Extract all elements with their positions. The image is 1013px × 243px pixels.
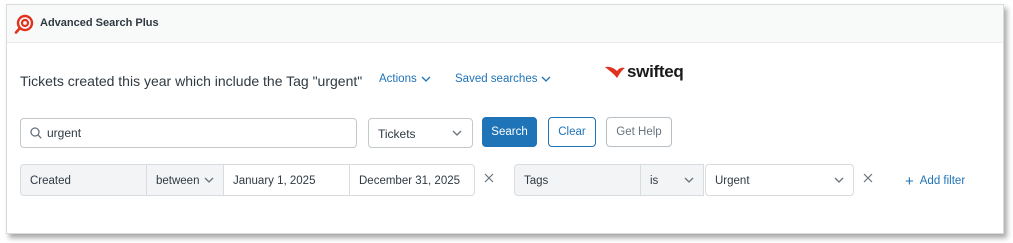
filter-field-select[interactable]: Created <box>20 164 147 196</box>
close-icon[interactable] <box>863 173 873 183</box>
filter-value: Urgent <box>715 175 750 187</box>
search-button[interactable]: Search <box>482 117 537 147</box>
filter-value-select[interactable]: Urgent <box>705 164 854 196</box>
app-title: Advanced Search Plus <box>40 17 159 29</box>
chevron-down-icon <box>542 76 551 82</box>
filter-field-value: Tags <box>524 175 549 187</box>
saved-searches-dropdown[interactable]: Saved searches <box>455 73 551 85</box>
object-type-select[interactable]: Tickets <box>368 118 473 148</box>
search-input-wrapper[interactable] <box>20 118 357 148</box>
clear-button[interactable]: Clear <box>548 117 596 147</box>
page-title: Tickets created this year which include … <box>20 73 363 89</box>
filter-field-value: Created <box>30 175 71 187</box>
filter-operator-value: between <box>156 175 200 187</box>
app-header: Advanced Search Plus <box>7 5 1003 43</box>
actions-label: Actions <box>379 73 417 85</box>
filter-operator-select[interactable]: between <box>146 164 224 196</box>
close-icon[interactable] <box>484 173 494 183</box>
chevron-down-icon <box>204 177 214 183</box>
chevron-down-icon <box>834 177 844 183</box>
saved-searches-label: Saved searches <box>455 73 538 85</box>
plus-icon: + <box>905 173 914 190</box>
object-type-value: Tickets <box>378 127 416 141</box>
chevron-down-icon <box>452 130 462 136</box>
filter-operator-select[interactable]: is <box>640 164 704 196</box>
app-window: Advanced Search Plus Tickets created thi… <box>6 4 1004 234</box>
chevron-down-icon <box>684 177 694 183</box>
add-filter-label: Add filter <box>919 175 966 187</box>
filter-date-to-value: December 31, 2025 <box>359 175 461 187</box>
filter-operator-value: is <box>650 175 659 187</box>
target-search-icon <box>14 14 34 34</box>
chevron-down-icon <box>421 76 431 82</box>
actions-dropdown[interactable]: Actions <box>379 73 431 85</box>
swift-bird-icon <box>605 66 625 78</box>
search-icon <box>30 127 42 139</box>
filter-field-select[interactable]: Tags <box>514 164 641 196</box>
brand-name: swifteq <box>627 62 684 81</box>
filter-date-to-input[interactable]: December 31, 2025 <box>349 164 475 196</box>
get-help-button[interactable]: Get Help <box>606 117 672 147</box>
filter-date-from-value: January 1, 2025 <box>233 175 316 187</box>
filter-date-from-input[interactable]: January 1, 2025 <box>223 164 350 196</box>
add-filter-button[interactable]: + Add filter <box>905 173 965 190</box>
search-input[interactable] <box>47 124 347 142</box>
